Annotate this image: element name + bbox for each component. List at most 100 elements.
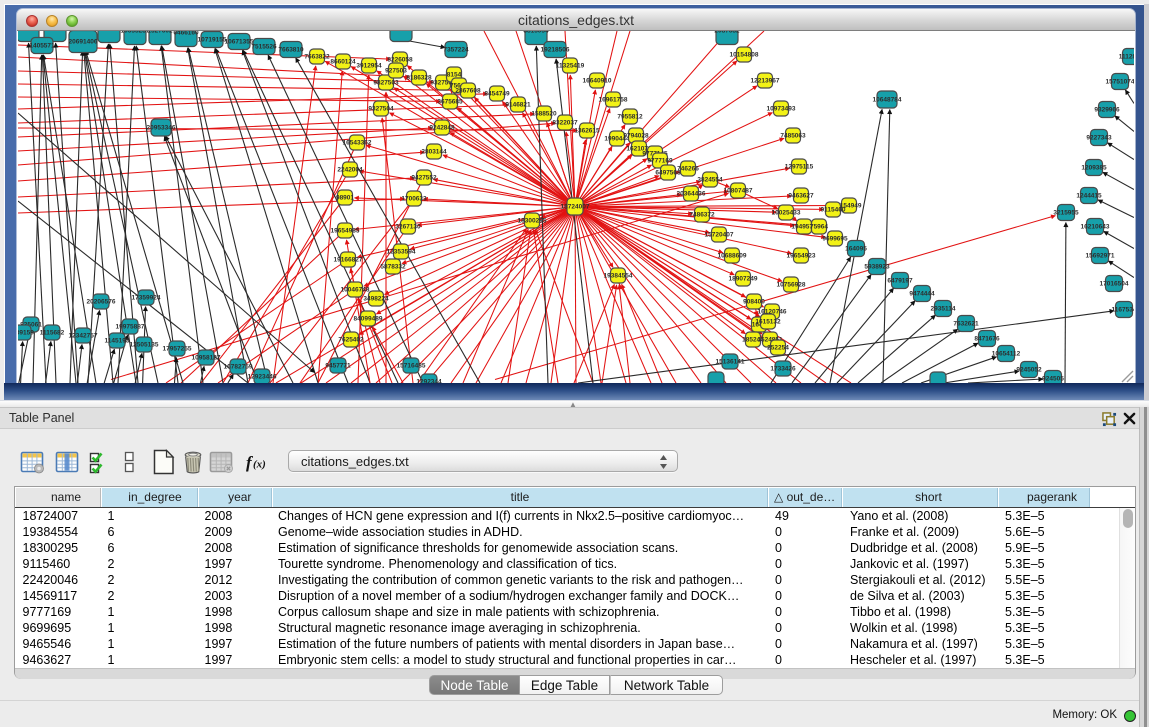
svg-text:6497568: 6497568 <box>655 170 681 177</box>
svg-text:2803144: 2803144 <box>421 149 447 156</box>
svg-text:1588520: 1588520 <box>531 111 557 118</box>
svg-text:1145193: 1145193 <box>105 338 130 345</box>
svg-text:7357224: 7357224 <box>443 47 469 54</box>
svg-text:1335501: 1335501 <box>18 31 41 32</box>
svg-text:84099489: 84099489 <box>354 316 383 323</box>
svg-text:17016504: 17016504 <box>1100 281 1129 288</box>
svg-text:2099314: 2099314 <box>42 31 68 32</box>
svg-text:19975887: 19975887 <box>116 324 145 331</box>
svg-text:3675685: 3675685 <box>437 99 463 106</box>
svg-text:12923446: 12923446 <box>248 374 277 381</box>
svg-text:10756928: 10756928 <box>777 282 806 289</box>
svg-text:15692971: 15692971 <box>1086 253 1115 260</box>
svg-text:18907249: 18907249 <box>729 276 758 283</box>
svg-text:8186328: 8186328 <box>406 75 432 82</box>
svg-text:2242004: 2242004 <box>337 167 363 174</box>
svg-text:1733426: 1733426 <box>770 366 796 373</box>
svg-text:2087682: 2087682 <box>714 31 740 35</box>
svg-text:9329966: 9329966 <box>1094 107 1120 114</box>
svg-text:9474444: 9474444 <box>909 291 935 298</box>
svg-text:15716485: 15716485 <box>397 363 426 370</box>
svg-text:9242848: 9242848 <box>429 125 455 132</box>
svg-text:9794028: 9794028 <box>623 133 649 140</box>
svg-text:20364436: 20364436 <box>677 191 706 198</box>
svg-text:10154808: 10154808 <box>730 52 759 59</box>
svg-text:17957255: 17957255 <box>163 346 192 353</box>
svg-text:1527602: 1527602 <box>147 31 173 35</box>
svg-text:2867608: 2867608 <box>455 88 481 95</box>
svg-text:2935114: 2935114 <box>931 306 956 313</box>
svg-text:9699695: 9699695 <box>822 236 848 243</box>
svg-text:3498224: 3498224 <box>363 296 389 303</box>
svg-text:1209385: 1209385 <box>1081 165 1107 172</box>
svg-text:7515526: 7515526 <box>251 44 277 51</box>
svg-text:164095: 164095 <box>845 246 867 253</box>
svg-text:8660124: 8660124 <box>330 59 356 66</box>
svg-text:18724007: 18724007 <box>561 204 590 211</box>
svg-text:8471676: 8471676 <box>974 336 1000 343</box>
svg-text:11325419: 11325419 <box>556 63 585 70</box>
svg-text:17359924: 17359924 <box>132 295 161 302</box>
svg-text:98901: 98901 <box>336 195 354 202</box>
svg-text:3824554: 3824554 <box>697 177 723 184</box>
svg-text:10025433: 10025433 <box>772 210 801 217</box>
svg-text:15751074: 15751074 <box>1106 79 1134 86</box>
svg-text:1362615: 1362615 <box>574 128 600 135</box>
svg-text:6466160: 6466160 <box>173 31 199 37</box>
svg-text:10648784: 10648784 <box>873 97 902 104</box>
svg-text:10653287: 10653287 <box>121 31 150 35</box>
svg-text:18300295: 18300295 <box>518 218 547 225</box>
svg-text:16640910: 16640910 <box>583 78 612 85</box>
svg-text:10958127: 10958127 <box>192 355 221 362</box>
svg-text:12505135: 12505135 <box>130 342 159 349</box>
svg-text:7663810: 7663810 <box>278 47 304 54</box>
svg-text:3215955: 3215955 <box>1053 210 1079 217</box>
svg-text:16961758: 16961758 <box>599 97 628 104</box>
svg-text:7632621: 7632621 <box>953 321 979 328</box>
svg-text:20953346: 20953346 <box>147 125 176 132</box>
svg-text:(x): (x) <box>253 459 266 471</box>
svg-text:10973493: 10973493 <box>767 106 796 113</box>
svg-text:15136141: 15136141 <box>716 359 745 366</box>
svg-text:7663822: 7663822 <box>304 54 330 61</box>
svg-text:10671355: 10671355 <box>225 39 254 46</box>
svg-text:9427552: 9427552 <box>411 175 437 182</box>
svg-text:16543362: 16543362 <box>343 140 372 147</box>
svg-text:12975115: 12975115 <box>785 164 814 171</box>
svg-text:252254: 252254 <box>767 345 789 352</box>
svg-text:5938923: 5938923 <box>864 264 890 271</box>
svg-text:9463627: 9463627 <box>788 193 814 200</box>
svg-text:16033809: 16033809 <box>387 31 416 32</box>
svg-text:9245052: 9245052 <box>1016 367 1042 374</box>
svg-text:75964: 75964 <box>810 224 828 231</box>
svg-text:924505: 924505 <box>1042 376 1064 383</box>
svg-text:10807487: 10807487 <box>724 188 753 195</box>
svg-text:1405571: 1405571 <box>29 43 55 50</box>
svg-text:19384554: 19384554 <box>604 273 633 280</box>
svg-text:9146821: 9146821 <box>505 102 531 109</box>
svg-text:10688609: 10688609 <box>718 253 747 260</box>
svg-text:5878332: 5878332 <box>380 264 406 271</box>
svg-text:12213967: 12213967 <box>751 78 780 85</box>
svg-text:19654923: 19654923 <box>787 253 816 260</box>
svg-text:9827503: 9827503 <box>373 80 399 87</box>
svg-text:12342757: 12342757 <box>69 333 98 340</box>
svg-text:8322037: 8322037 <box>552 120 578 127</box>
svg-text:3267130: 3267130 <box>395 224 421 231</box>
svg-text:1700633: 1700633 <box>401 196 427 203</box>
svg-text:16782759: 16782759 <box>224 364 253 371</box>
svg-text:20691406: 20691406 <box>69 39 98 46</box>
svg-text:1167534: 1167534 <box>1112 307 1134 314</box>
svg-text:9227343: 9227343 <box>1086 135 1112 142</box>
svg-text:9777169: 9777169 <box>647 158 673 165</box>
svg-text:1244415: 1244415 <box>1076 193 1102 200</box>
svg-text:8813054: 8813054 <box>523 31 549 35</box>
svg-text:12353594: 12353594 <box>387 249 416 256</box>
svg-text:7486372: 7486372 <box>689 212 715 219</box>
svg-text:9457771: 9457771 <box>325 363 351 370</box>
svg-text:10046748: 10046748 <box>341 287 370 294</box>
svg-text:10654112: 10654112 <box>992 351 1021 358</box>
svg-text:8454749: 8454749 <box>484 91 510 98</box>
svg-text:7955812: 7955812 <box>617 114 643 121</box>
svg-text:6479197: 6479197 <box>887 278 913 285</box>
